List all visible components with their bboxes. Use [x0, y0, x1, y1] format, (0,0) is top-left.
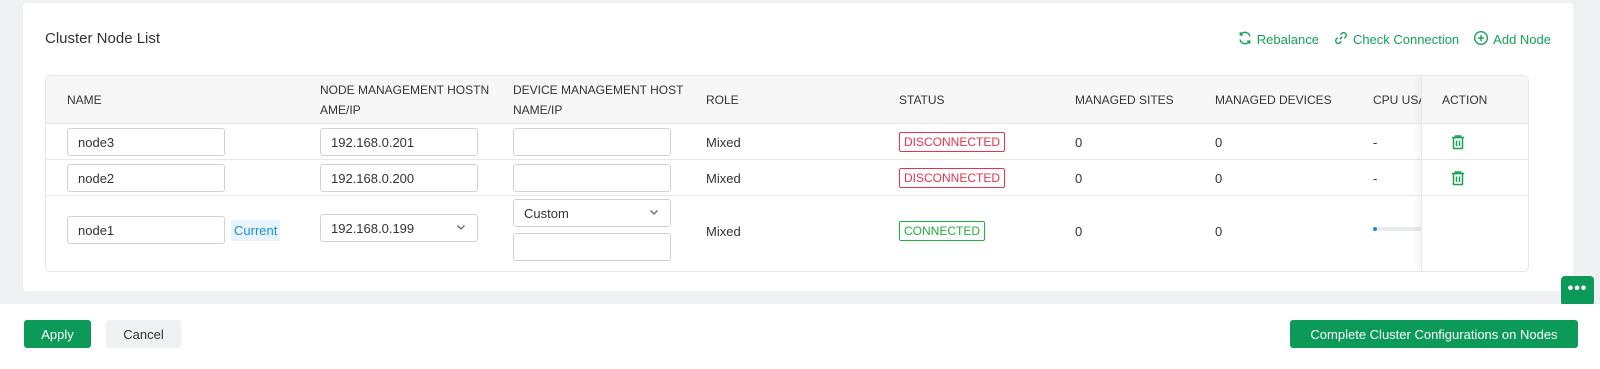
table-row: Mixed DISCONNECTED 0 0 -	[46, 124, 1528, 160]
complete-cluster-config-button[interactable]: Complete Cluster Configurations on Nodes	[1290, 320, 1578, 348]
status-badge: DISCONNECTED	[899, 132, 1006, 152]
chevron-down-icon	[648, 206, 660, 221]
chat-button[interactable]: •••	[1561, 276, 1594, 312]
delete-node-button[interactable]	[1449, 169, 1467, 187]
cluster-node-card: Cluster Node List Rebalance Check Connec…	[23, 3, 1573, 291]
link-icon	[1333, 30, 1349, 49]
header-managed-devices: MANAGED DEVICES	[1215, 93, 1332, 107]
rebalance-button[interactable]: Rebalance	[1237, 30, 1319, 49]
header-managed-sites: MANAGED SITES	[1075, 93, 1174, 107]
delete-node-button[interactable]	[1449, 133, 1467, 151]
trash-icon	[1452, 134, 1464, 149]
refresh-icon	[1237, 30, 1253, 49]
managed-devices-value: 0	[1215, 134, 1223, 150]
cpu-usage-fill	[1373, 227, 1377, 231]
table-row: Mixed DISCONNECTED 0 0 -	[46, 160, 1528, 196]
device-management-ip-input[interactable]	[513, 164, 671, 192]
cancel-button[interactable]: Cancel	[106, 320, 181, 348]
node-management-ip-select[interactable]: 192.168.0.199	[320, 214, 478, 242]
cpu-usage-value: -	[1373, 134, 1378, 150]
plus-circle-icon	[1473, 30, 1489, 49]
add-node-button[interactable]: Add Node	[1473, 30, 1551, 49]
trash-icon	[1452, 170, 1464, 185]
footer-bar: Apply Cancel Complete Cluster Configurat…	[0, 304, 1600, 369]
header-node-management-line1: NODE MANAGEMENT HOSTN	[320, 83, 490, 97]
card-title: Cluster Node List	[45, 30, 161, 47]
node-management-ip-input[interactable]	[320, 128, 478, 156]
check-connection-label: Check Connection	[1352, 32, 1460, 47]
device-management-ip-input[interactable]	[513, 233, 671, 261]
card-actions: Rebalance Check Connection Add Node	[1237, 30, 1551, 49]
action-column: ACTION	[1421, 76, 1528, 271]
header-device-management-line1: DEVICE MANAGEMENT HOST	[513, 83, 684, 97]
apply-button[interactable]: Apply	[24, 320, 91, 348]
role-value: Mixed	[706, 170, 741, 186]
header-node-management: NODE MANAGEMENT HOSTN AME/IP	[320, 76, 489, 124]
device-management-mode-value: Custom	[524, 205, 569, 221]
managed-sites-value: 0	[1075, 223, 1083, 239]
header-device-management: DEVICE MANAGEMENT HOST NAME/IP	[513, 76, 683, 124]
role-value: Mixed	[706, 223, 741, 239]
cluster-node-table: NAME NODE MANAGEMENT HOSTN AME/IP DEVICE…	[45, 75, 1529, 272]
node-name-input[interactable]	[67, 128, 225, 156]
managed-sites-value: 0	[1075, 134, 1083, 150]
managed-devices-value: 0	[1215, 170, 1223, 186]
header-role: ROLE	[706, 93, 739, 107]
node-management-ip-input[interactable]	[320, 164, 478, 192]
table-row: Current 192.168.0.199 Custom	[46, 196, 1528, 271]
device-management-ip-input[interactable]	[513, 128, 671, 156]
node-name-input[interactable]	[67, 164, 225, 192]
header-device-management-line2: NAME/IP	[513, 103, 563, 117]
cpu-usage-value: -	[1373, 170, 1378, 186]
node-management-ip-value: 192.168.0.199	[331, 220, 415, 236]
device-management-mode-select[interactable]: Custom	[513, 199, 671, 227]
table-header: NAME NODE MANAGEMENT HOSTN AME/IP DEVICE…	[46, 76, 1528, 124]
header-action: ACTION	[1442, 92, 1488, 107]
chevron-down-icon	[455, 221, 467, 236]
managed-sites-value: 0	[1075, 170, 1083, 186]
add-node-label: Add Node	[1493, 32, 1551, 47]
current-tag: Current	[231, 219, 281, 241]
chat-dots-icon: •••	[1567, 280, 1588, 297]
managed-devices-value: 0	[1215, 223, 1223, 239]
header-cpu-usage: CPU USA	[1373, 93, 1423, 107]
role-value: Mixed	[706, 134, 741, 150]
header-status: STATUS	[899, 93, 945, 107]
rebalance-label: Rebalance	[1256, 32, 1319, 47]
header-name: NAME	[67, 93, 102, 107]
node-name-input[interactable]	[67, 216, 225, 244]
status-badge: DISCONNECTED	[899, 168, 1006, 188]
check-connection-button[interactable]: Check Connection	[1333, 30, 1459, 49]
status-badge: CONNECTED	[899, 221, 986, 241]
header-node-management-line2: AME/IP	[320, 103, 361, 117]
